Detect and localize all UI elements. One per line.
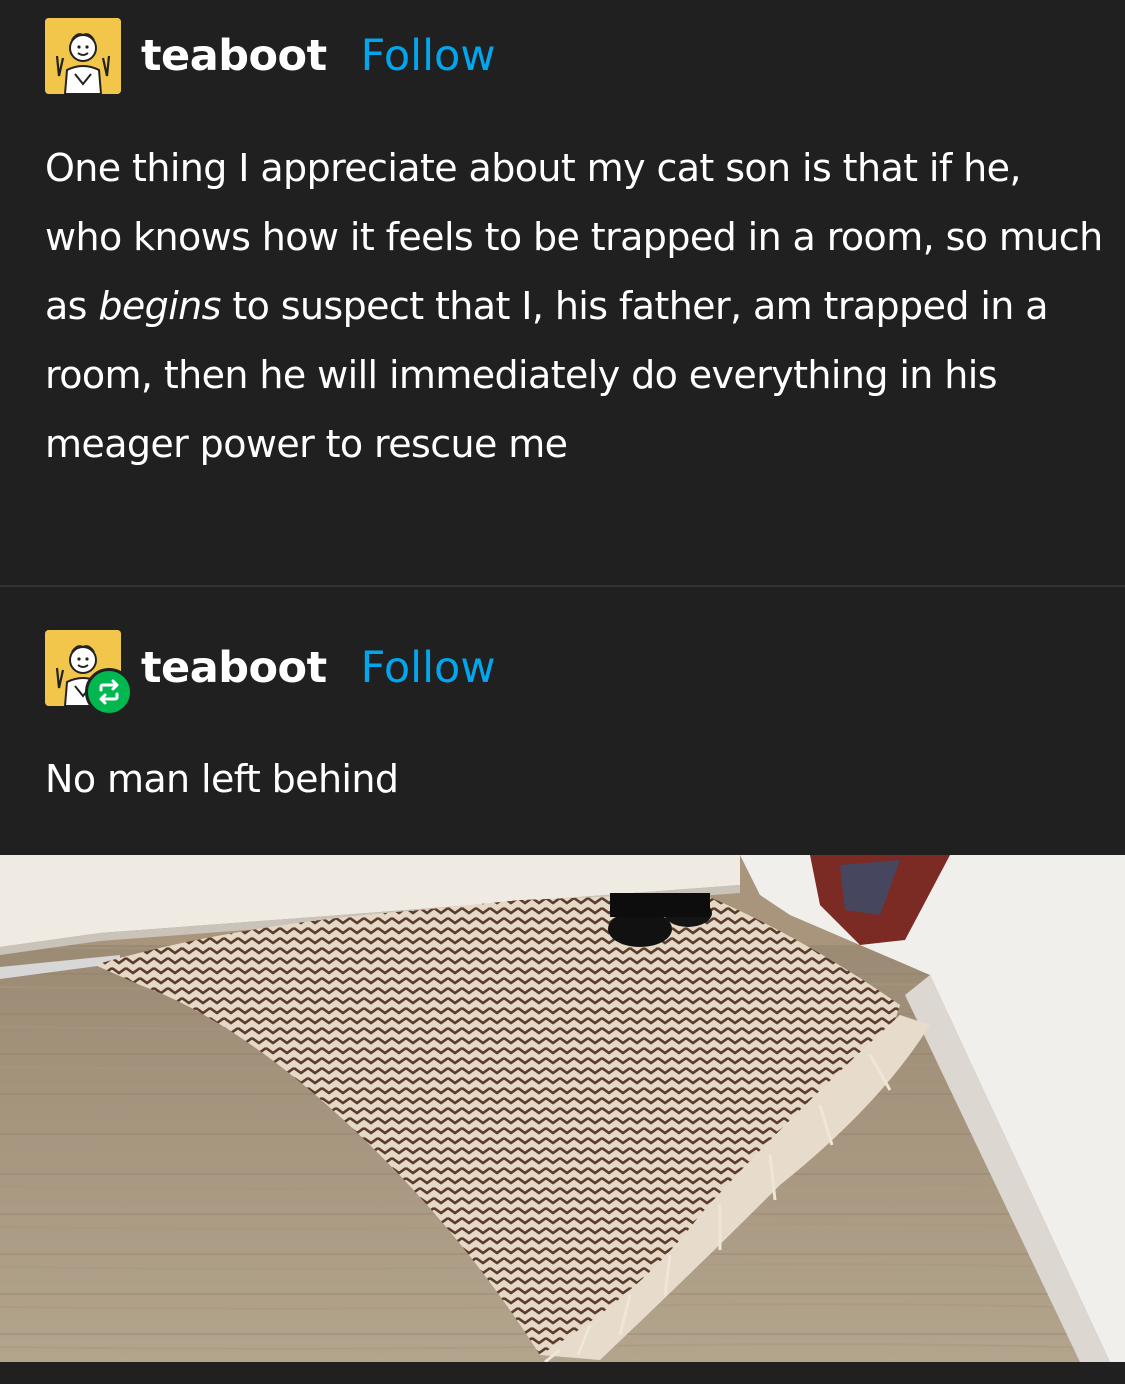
post-text: No man left behind (45, 757, 399, 801)
username[interactable]: teaboot (141, 31, 327, 81)
avatar-cartoon-icon (45, 18, 121, 94)
photo-cat-paws-under-door-on-rug (0, 855, 1125, 1362)
post-header: teaboot Follow (45, 630, 496, 716)
reblog-post: teaboot Follow No man left behind (0, 587, 1125, 1384)
post-text-emphasis: begins (98, 284, 221, 328)
post-image[interactable] (0, 855, 1125, 1362)
reblog-icon (99, 679, 119, 705)
username[interactable]: teaboot (141, 643, 327, 693)
post-header: teaboot Follow (45, 18, 496, 94)
follow-button[interactable]: Follow (361, 31, 496, 81)
reblog-badge (85, 668, 133, 716)
follow-button[interactable]: Follow (361, 643, 496, 693)
post-text: One thing I appreciate about my cat son … (45, 134, 1105, 479)
avatar[interactable] (45, 630, 133, 716)
avatar[interactable] (45, 18, 121, 94)
original-post: teaboot Follow One thing I appreciate ab… (0, 0, 1125, 585)
